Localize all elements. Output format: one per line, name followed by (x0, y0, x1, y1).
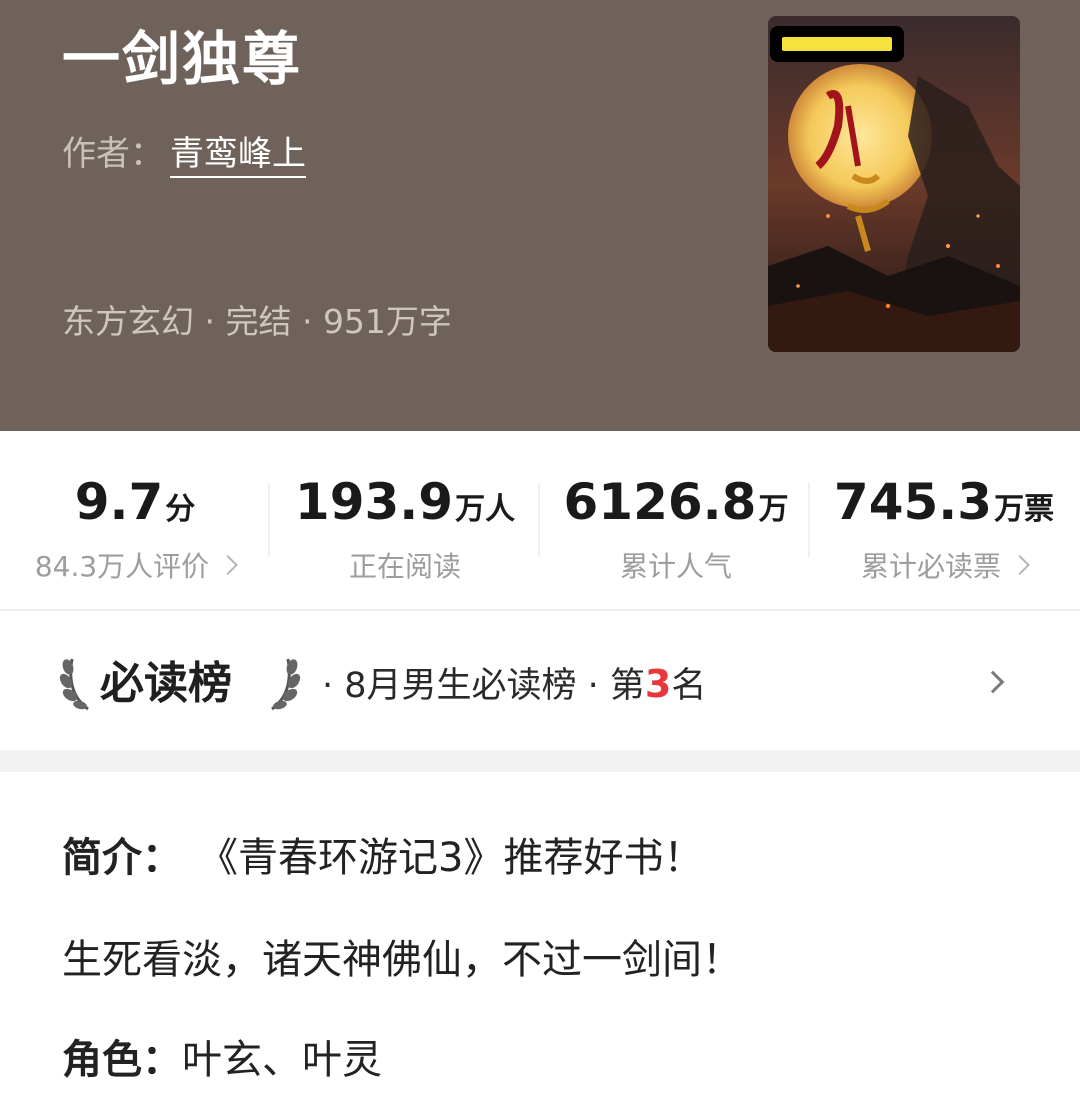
roles-label: 角色： (62, 1037, 182, 1083)
intro-text-2: 生死看淡，诸天神佛仙，不过一剑间！ (62, 937, 742, 983)
laurel-left-icon (59, 658, 89, 711)
roles-line: 角色：叶玄、叶灵 (62, 1032, 382, 1088)
section-gap (0, 750, 1080, 772)
author-label: 作者： (62, 134, 164, 174)
stat-label: 累计必读票 (860, 550, 1001, 583)
ranking-text: · 8月男生必读榜 · 第3名 (322, 661, 706, 709)
intro-text-1: 《青春环游记3》推荐好书！ (218, 835, 704, 881)
author-link[interactable]: 青鸾峰上 (170, 134, 306, 178)
stat-label: 累计人气 (619, 550, 732, 583)
intro-label: 简介： (62, 835, 182, 881)
roles-value: 叶玄、叶灵 (182, 1037, 382, 1083)
intro-line-1: 简介： 《青春环游记3》推荐好书！ (62, 830, 703, 886)
book-title: 一剑独尊 (62, 25, 303, 93)
ranking-row[interactable]: 必读榜 · 8月男生必读榜 · 第3名 (0, 613, 1080, 750)
stat-unit: 万票 (994, 492, 1055, 527)
stat-rating[interactable]: 9.7分 84.3万人评价 (28, 471, 242, 587)
stat-votes[interactable]: 745.3万票 累计必读票 (824, 471, 1064, 587)
ranking-prefix: · 8月男生必读榜 · 第 (322, 666, 645, 706)
stat-value: 9.7 (74, 473, 164, 531)
author-row: 作者： 青鸾峰上 (62, 132, 306, 178)
stats-bar: 9.7分 84.3万人评价 193.9万人 正在阅读 6126.8万 累计人气 … (0, 431, 1080, 611)
stat-divider (808, 483, 810, 557)
stat-unit: 万 (758, 492, 789, 527)
stat-unit: 分 (165, 492, 196, 527)
ranking-suffix: 名 (671, 666, 707, 706)
stat-popularity: 6126.8万 累计人气 (560, 471, 792, 587)
cover-badge-bar (782, 37, 892, 51)
ranking-number: 3 (644, 662, 672, 706)
stat-value: 745.3 (833, 473, 993, 531)
stat-label: 84.3万人评价 (34, 550, 210, 583)
laurel-right-icon (271, 658, 301, 711)
chevron-right-icon (218, 555, 239, 575)
stat-label: 正在阅读 (348, 550, 461, 583)
stat-reading: 193.9万人 正在阅读 (280, 471, 530, 587)
stat-value: 6126.8 (563, 473, 757, 531)
stat-divider (268, 483, 270, 557)
stat-unit: 万人 (455, 492, 516, 527)
stat-value: 193.9 (294, 473, 454, 531)
book-meta: 东方玄幻 · 完结 · 951万字 (62, 302, 452, 341)
book-cover-image[interactable] (768, 16, 1020, 352)
ranking-badge: 必读榜 (100, 658, 232, 709)
chevron-right-icon (1010, 555, 1030, 575)
stat-divider (538, 483, 540, 557)
